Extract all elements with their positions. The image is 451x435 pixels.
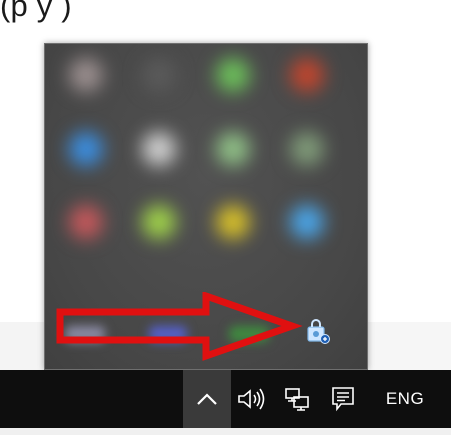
tray-icon-12[interactable]	[290, 205, 324, 239]
tray-icon-3[interactable]	[216, 58, 250, 92]
tray-icon-8[interactable]	[290, 132, 324, 166]
tray-icon-6[interactable]	[142, 132, 176, 166]
show-hidden-icons-button[interactable]	[183, 370, 231, 428]
tray-icon-9[interactable]	[69, 205, 103, 239]
input-language-button[interactable]: ENG	[368, 370, 442, 428]
chevron-up-icon	[197, 393, 217, 405]
tray-icon-1[interactable]	[69, 58, 103, 92]
network-icon	[285, 388, 309, 411]
tray-icon-11[interactable]	[216, 205, 250, 239]
tray-icon-2[interactable]	[142, 58, 176, 92]
store-bag-icon[interactable]	[303, 317, 333, 347]
taskbar: ENG	[0, 370, 451, 428]
action-center-button[interactable]	[322, 370, 364, 428]
red-arrow-annotation	[56, 292, 303, 361]
tray-icon-10[interactable]	[142, 205, 176, 239]
tray-icon-7[interactable]	[216, 132, 250, 166]
bottom-strip	[0, 428, 451, 435]
background-panel-right	[365, 322, 451, 370]
network-button[interactable]	[277, 370, 317, 428]
tray-icon-5[interactable]	[69, 132, 103, 166]
top-caption: (p y )	[0, 0, 72, 23]
background-panel-left	[0, 322, 46, 370]
speaker-icon	[238, 388, 265, 410]
volume-button[interactable]	[232, 370, 272, 428]
tray-icon-4[interactable]	[290, 58, 324, 92]
action-center-icon	[332, 387, 354, 412]
